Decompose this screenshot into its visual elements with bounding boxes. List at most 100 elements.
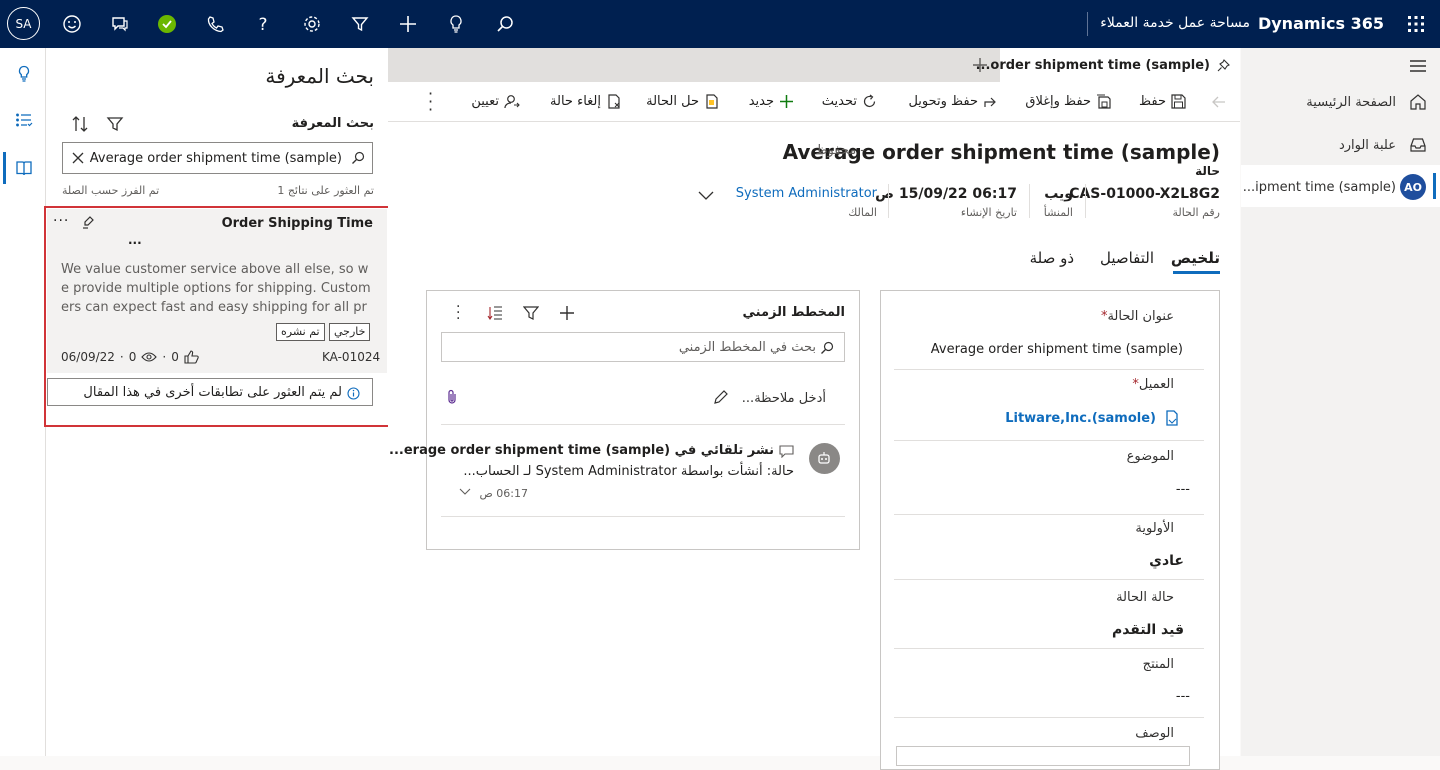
case-number-label: رقم الحالة [1172,206,1221,219]
tab-summary[interactable]: تلخيص [1171,249,1220,267]
timeline-title: المخطط الزمني [742,305,845,320]
origin-label: المنشأ [1043,206,1073,219]
session-avatar: AO [1400,174,1426,200]
thumbs-up-icon[interactable] [184,350,200,364]
hamburger-menu-icon[interactable] [1408,58,1428,74]
owner-link[interactable]: System Administrator [736,186,877,201]
lightbulb-icon[interactable] [444,12,468,36]
assign-label: تعيين [471,94,499,109]
chat-icon[interactable] [108,12,132,36]
save-and-close-button[interactable]: حفظ وإغلاق [1025,94,1111,109]
timeline-add-icon[interactable] [558,304,576,322]
description-textarea[interactable] [896,746,1190,766]
user-avatar[interactable]: SA [7,7,40,40]
more-options-icon[interactable]: ··· [53,213,69,229]
refresh-label: تحديث [821,94,857,109]
save-and-route-button[interactable]: حفظ وتحويل [908,94,998,109]
customer-link[interactable]: Litware,Inc.(samole) [1005,411,1156,426]
timeline-search-placeholder: بحث في المخطط الزمني [678,340,816,355]
field-divider [894,579,1204,580]
timeline-sort-icon[interactable] [486,304,504,322]
timeline-more-icon[interactable]: · · · [456,300,460,326]
save-label: حفظ [1139,94,1166,109]
knowledge-search-icon[interactable] [350,150,366,166]
help-icon[interactable]: ? [251,12,275,36]
filter-icon[interactable] [348,12,372,36]
resolve-case-button[interactable]: حل الحالة [646,94,719,109]
refresh-button[interactable]: تحديث [822,94,877,109]
assign-person-icon [504,94,520,109]
search-icon[interactable] [493,12,517,36]
timeline-item-time: 06:17 ص [479,487,529,500]
sort-icon[interactable] [70,114,90,134]
timeline-divider [441,424,845,425]
back-arrow-icon[interactable] [1210,93,1228,111]
knowledge-filter-icon[interactable] [105,114,125,134]
add-icon[interactable] [396,12,420,36]
case-number-value: CAS-01000-X2L8G2 [1069,186,1220,202]
post-comment-icon [778,444,794,458]
command-overflow-icon[interactable]: · · · [428,86,433,118]
article-ellipsis: ... [128,233,142,247]
brand-title[interactable]: Dynamics 365 [1258,14,1384,33]
expand-header-chevron-icon[interactable] [697,188,715,204]
cancel-case-button[interactable]: إلغاء حالة [550,94,621,109]
timeline-item-title[interactable]: نشر تلقائي في erage order shipment time … [389,443,774,458]
field-divider [894,514,1204,515]
status-label: حالة الحالة [1116,590,1174,605]
header-divider-1 [1085,184,1086,218]
link-article-icon[interactable] [80,213,98,231]
knowledge-book-icon[interactable] [14,158,34,178]
knowledge-search-input[interactable]: Average order shipment time (sample) [62,142,373,174]
cancel-document-icon [606,94,621,109]
phone-icon[interactable] [203,12,227,36]
save-button[interactable]: حفظ [1139,94,1186,109]
field-divider [894,440,1204,441]
assign-button[interactable]: تعيين [471,94,520,109]
session-tab-active[interactable]: order shipment time (sample)... [976,48,1240,82]
new-plus-icon [779,94,794,109]
no-matches-message: لم يتم العثور على تطابقات أخرى في هذا ال… [47,378,373,406]
clear-search-icon[interactable] [69,149,87,167]
tab-related[interactable]: ذو صلة [1030,249,1074,267]
enter-note-input[interactable]: أدخل ملاحظة... [742,391,826,406]
article-snippet: We value customer service above all else… [61,262,371,315]
subject-value[interactable]: --- [1176,482,1190,497]
edit-pencil-icon[interactable] [711,388,731,406]
tab-details[interactable]: التفاصيل [1100,249,1154,267]
new-button[interactable]: جديد [749,94,794,109]
article-title[interactable]: Order Shipping Time [222,216,373,231]
bot-icon [816,450,832,466]
smart-assist-lightbulb-icon[interactable] [14,64,34,84]
created-on-value: 06:17 15/09/22 ص [875,186,1017,202]
nav-home[interactable]: الصفحة الرئيسية [1306,95,1396,110]
nav-inbox[interactable]: علبة الوارد [1339,138,1396,153]
knowledge-search-value: Average order shipment time (sample) [89,151,342,166]
inbox-icon[interactable] [1408,136,1428,154]
customer-label: العميل* [1132,377,1174,392]
pin-icon[interactable] [1216,58,1230,72]
smiley-icon[interactable] [60,12,84,36]
app-name[interactable]: مساحة عمل خدمة العملاء [1100,15,1250,31]
timeline-filter-icon[interactable] [522,304,540,322]
settings-gear-icon[interactable] [300,12,324,36]
home-icon[interactable] [1408,93,1428,111]
description-label: الوصف [1135,726,1174,741]
attachment-paperclip-icon[interactable] [445,388,459,406]
meta-dot-2: · [162,350,167,364]
timeline-search-input[interactable]: بحث في المخطط الزمني [441,332,845,362]
info-icon [346,386,360,400]
session-tab-label: order shipment time (sample)... [975,58,1210,73]
status-value[interactable]: قيد التقدم [1112,622,1184,638]
product-label: المنتج [1142,657,1174,672]
case-title-value[interactable]: Average order shipment time (sample) [931,342,1183,357]
customer-lookup[interactable]: Litware,Inc.(samole) [1005,410,1180,426]
priority-value[interactable]: عادي [1149,553,1184,569]
quick-replies-list-icon[interactable] [14,110,34,130]
article-meta: 06/09/22 · 0 · 0 [61,350,200,364]
expand-item-chevron-icon[interactable] [458,487,472,497]
presence-status-icon[interactable] [155,12,179,36]
app-launcher-waffle-icon[interactable] [1404,12,1428,36]
session-item-label: ipment time (sample)... [1242,180,1396,195]
product-value[interactable]: --- [1176,689,1190,704]
